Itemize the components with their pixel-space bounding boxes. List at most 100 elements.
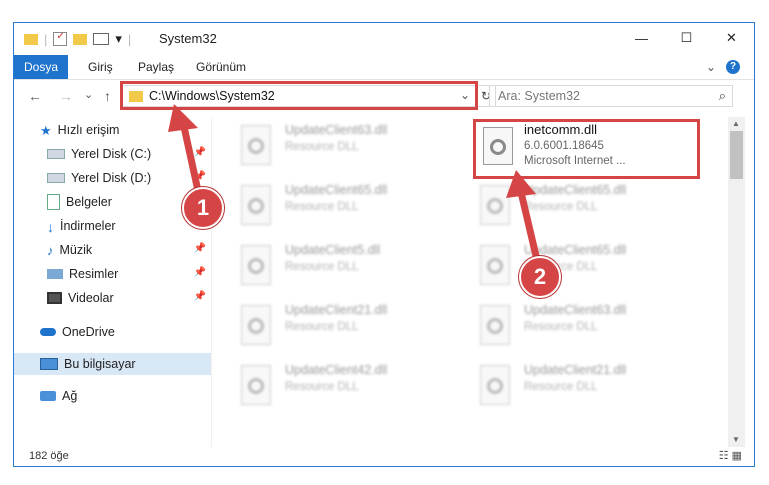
sidebar-item-label: Hızlı erişim <box>57 123 120 137</box>
dll-file-icon <box>241 305 271 345</box>
quick-access-toolbar: | ✓ ▾ | <box>24 31 131 47</box>
tab-dosya[interactable]: Dosya <box>14 55 69 79</box>
rename-icon[interactable] <box>93 33 110 45</box>
list-item[interactable]: UpdateClient21.dll Resource DLL <box>213 301 423 353</box>
file-name: UpdateClient65.dll <box>285 183 388 197</box>
item-count: 182 öğe <box>29 450 69 462</box>
search-input[interactable]: Ara: System32 ⌕ <box>489 85 733 107</box>
sidebar-item-label: Bu bilgisayar <box>64 357 136 371</box>
list-item[interactable]: UpdateClient5.dll Resource DLL <box>213 241 423 293</box>
sidebar-item-videos[interactable]: Videolar 📌 <box>14 287 211 309</box>
file-name: UpdateClient5.dll <box>285 243 381 257</box>
tab-gorunum[interactable]: Görünüm <box>196 55 246 79</box>
file-type: Resource DLL <box>285 381 359 393</box>
dll-file-icon <box>480 185 510 225</box>
sidebar-item-onedrive[interactable]: OneDrive <box>14 321 211 343</box>
status-bar: 182 öğe ☷ ▦ <box>14 447 754 466</box>
sidebar-item-label: Belgeler <box>66 195 112 209</box>
pin-icon: 📌 <box>193 243 206 254</box>
address-bar-highlight <box>120 81 478 110</box>
sidebar-item-label: Ağ <box>62 389 78 403</box>
star-icon: ★ <box>40 123 52 138</box>
dll-file-icon <box>241 365 271 405</box>
pin-icon: 📌 <box>193 171 206 182</box>
sidebar-item-local-disk-c[interactable]: Yerel Disk (C:) 📌 <box>14 143 211 165</box>
sidebar-item-label: Resimler <box>69 267 119 281</box>
tab-paylas[interactable]: Paylaş <box>138 55 174 79</box>
dll-file-icon <box>480 245 510 285</box>
sidebar-item-label: Videolar <box>68 291 114 305</box>
tab-giris[interactable]: Giriş <box>88 55 113 79</box>
minimize-button[interactable]: — <box>619 23 664 53</box>
list-item[interactable]: UpdateClient63.dll Resource DLL <box>452 301 662 353</box>
sidebar-item-downloads[interactable]: ↓ İndirmeler 📌 <box>14 215 211 237</box>
close-button[interactable]: ✕ <box>709 23 754 53</box>
file-type: Resource DLL <box>285 141 359 153</box>
download-icon: ↓ <box>47 219 54 235</box>
scroll-down-icon[interactable]: ▼ <box>732 435 740 444</box>
title-bar: | ✓ ▾ | System32 — ☐ ✕ <box>14 23 754 55</box>
view-toggle-icons[interactable]: ☷ ▦ <box>719 449 742 462</box>
sidebar-item-label: Yerel Disk (C:) <box>71 147 152 161</box>
scroll-thumb[interactable] <box>730 131 743 179</box>
dll-file-icon <box>480 365 510 405</box>
window-title: System32 <box>159 31 217 46</box>
music-icon: ♪ <box>47 243 54 258</box>
up-button[interactable]: ↑ <box>104 88 111 104</box>
sidebar-item-label: OneDrive <box>62 325 115 339</box>
step-marker-1: 1 <box>182 187 224 229</box>
ribbon-tabs: Dosya Giriş Paylaş Görünüm ⌄ ? <box>14 55 754 80</box>
sidebar-item-music[interactable]: ♪ Müzik 📌 <box>14 239 211 261</box>
step-marker-2: 2 <box>519 256 561 298</box>
network-icon <box>40 391 56 401</box>
dll-file-icon <box>241 185 271 225</box>
file-name: UpdateClient21.dll <box>285 303 388 317</box>
forward-button[interactable]: → <box>59 88 73 104</box>
list-item[interactable]: UpdateClient63.dll Resource DLL <box>213 121 423 173</box>
customize-toolbar-dropdown[interactable]: ▾ <box>115 31 122 47</box>
sidebar-item-pictures[interactable]: Resimler 📌 <box>14 263 211 285</box>
list-item[interactable]: UpdateClient21.dll Resource DLL <box>452 361 662 413</box>
file-type: Resource DLL <box>285 321 359 333</box>
video-icon <box>47 292 62 304</box>
file-name: UpdateClient21.dll <box>524 363 627 377</box>
file-highlight <box>473 119 700 179</box>
file-type: Resource DLL <box>524 381 598 393</box>
file-name: UpdateClient65.dll <box>524 183 627 197</box>
file-type: Resource DLL <box>285 261 359 273</box>
sidebar-item-network[interactable]: Ağ <box>14 385 211 407</box>
file-name: UpdateClient42.dll <box>285 363 388 377</box>
recent-locations-button[interactable]: ⌄ <box>84 88 93 101</box>
cloud-icon <box>40 328 56 336</box>
list-item[interactable]: UpdateClient65.dll Resource DLL <box>213 181 423 233</box>
list-item[interactable]: UpdateClient42.dll Resource DLL <box>213 361 423 413</box>
file-type: Resource DLL <box>524 321 598 333</box>
pictures-icon <box>47 269 63 279</box>
expand-ribbon-icon[interactable]: ⌄ <box>706 55 716 79</box>
search-icon: ⌕ <box>718 88 726 103</box>
dll-file-icon <box>241 245 271 285</box>
document-icon <box>47 194 60 210</box>
sidebar-item-label: İndirmeler <box>60 219 116 233</box>
sidebar-item-label: Yerel Disk (D:) <box>71 171 152 185</box>
drive-icon <box>47 149 65 159</box>
sidebar-item-label: Müzik <box>59 243 93 257</box>
help-icon[interactable]: ? <box>726 60 740 74</box>
pin-icon: 📌 <box>193 147 206 158</box>
sidebar-item-quick-access[interactable]: ★ Hızlı erişim <box>14 119 211 141</box>
file-type: Resource DLL <box>524 201 598 213</box>
properties-icon[interactable]: ✓ <box>53 31 68 46</box>
navigation-pane: ★ Hızlı erişim Yerel Disk (C:) 📌 Yerel D… <box>14 117 212 447</box>
vertical-scrollbar[interactable]: ▲ ▼ <box>728 117 745 447</box>
file-type: Resource DLL <box>285 201 359 213</box>
back-button[interactable]: ← <box>28 88 42 104</box>
maximize-button[interactable]: ☐ <box>664 23 709 53</box>
list-item[interactable]: UpdateClient65.dll Resource DLL <box>452 181 662 233</box>
folder-icon <box>24 33 38 45</box>
new-folder-icon[interactable] <box>73 33 88 45</box>
scroll-up-icon[interactable]: ▲ <box>732 119 740 128</box>
dll-file-icon <box>480 305 510 345</box>
search-placeholder: Ara: System32 <box>498 89 580 103</box>
sidebar-item-local-disk-d[interactable]: Yerel Disk (D:) 📌 <box>14 167 211 189</box>
sidebar-item-this-pc[interactable]: Bu bilgisayar <box>14 353 211 375</box>
